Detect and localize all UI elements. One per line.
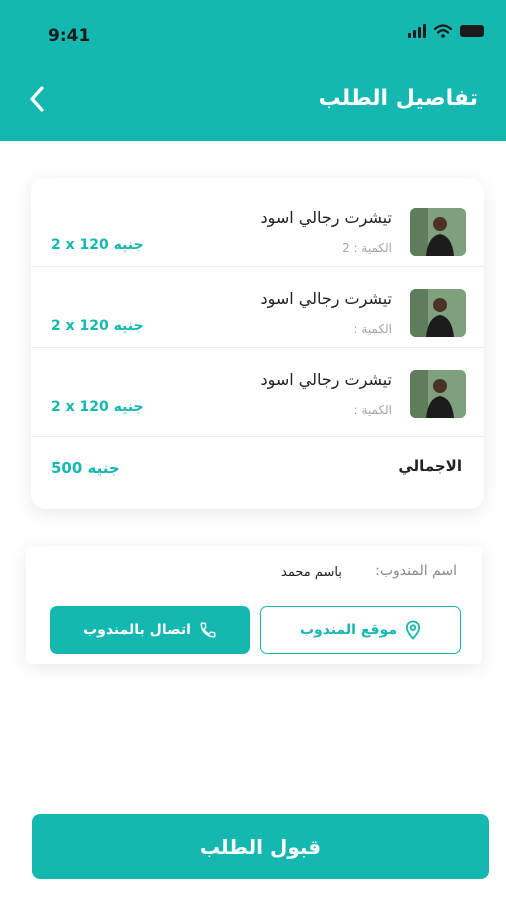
agent-location-label: موقع المندوب [299,622,398,638]
item-name: تيشرت رجالي اسود [260,289,392,308]
agent-location-button[interactable]: موقع المندوب [260,606,461,654]
call-agent-button[interactable]: اتصال بالمندوب [50,606,250,654]
item-price: 2 x 120 جنيه [51,237,144,253]
chevron-left-icon [30,86,44,112]
item-quantity: الكمية : [353,403,392,417]
page-title: تفاصيل الطلب [318,86,478,111]
status-time: 9:41 [48,26,91,46]
app-header: 9:41 تفاصيل الطلب [0,0,506,141]
product-image [410,289,466,337]
order-item-row: تيشرت رجالي اسود الكمية : 2 x 120 جنيه [31,348,484,437]
order-item-row: تيشرت رجالي اسود الكمية : 2 2 x 120 جنيه [31,186,484,267]
total-label: الاجمالي [398,457,462,475]
status-icons [408,24,484,38]
total-value: 500 جنيه [51,459,120,477]
item-quantity: الكمية : [353,322,392,336]
wifi-icon [434,24,452,38]
item-quantity: الكمية : 2 [342,241,392,255]
item-price: 2 x 120 جنيه [51,318,144,334]
delivery-agent-card: اسم المندوب: باسم محمد موقع المندوب اتصا… [26,546,482,664]
item-name: تيشرت رجالي اسود [260,208,392,227]
item-name: تيشرت رجالي اسود [260,370,392,389]
signal-icon [408,24,426,38]
call-agent-label: اتصال بالمندوب [83,622,191,638]
product-image [410,208,466,256]
phone-icon [200,622,216,638]
location-pin-icon [405,620,421,640]
order-items-card: تيشرت رجالي اسود الكمية : 2 2 x 120 جنيه… [31,178,484,509]
item-price: 2 x 120 جنيه [51,399,144,415]
product-image [410,370,466,418]
battery-icon [460,25,484,37]
order-item-row: تيشرت رجالي اسود الكمية : 2 x 120 جنيه [31,267,484,348]
agent-name-label: اسم المندوب: [375,563,457,579]
accept-order-button[interactable]: قبول الطلب [32,814,489,879]
back-button[interactable] [22,84,52,114]
agent-name: باسم محمد [281,565,342,580]
